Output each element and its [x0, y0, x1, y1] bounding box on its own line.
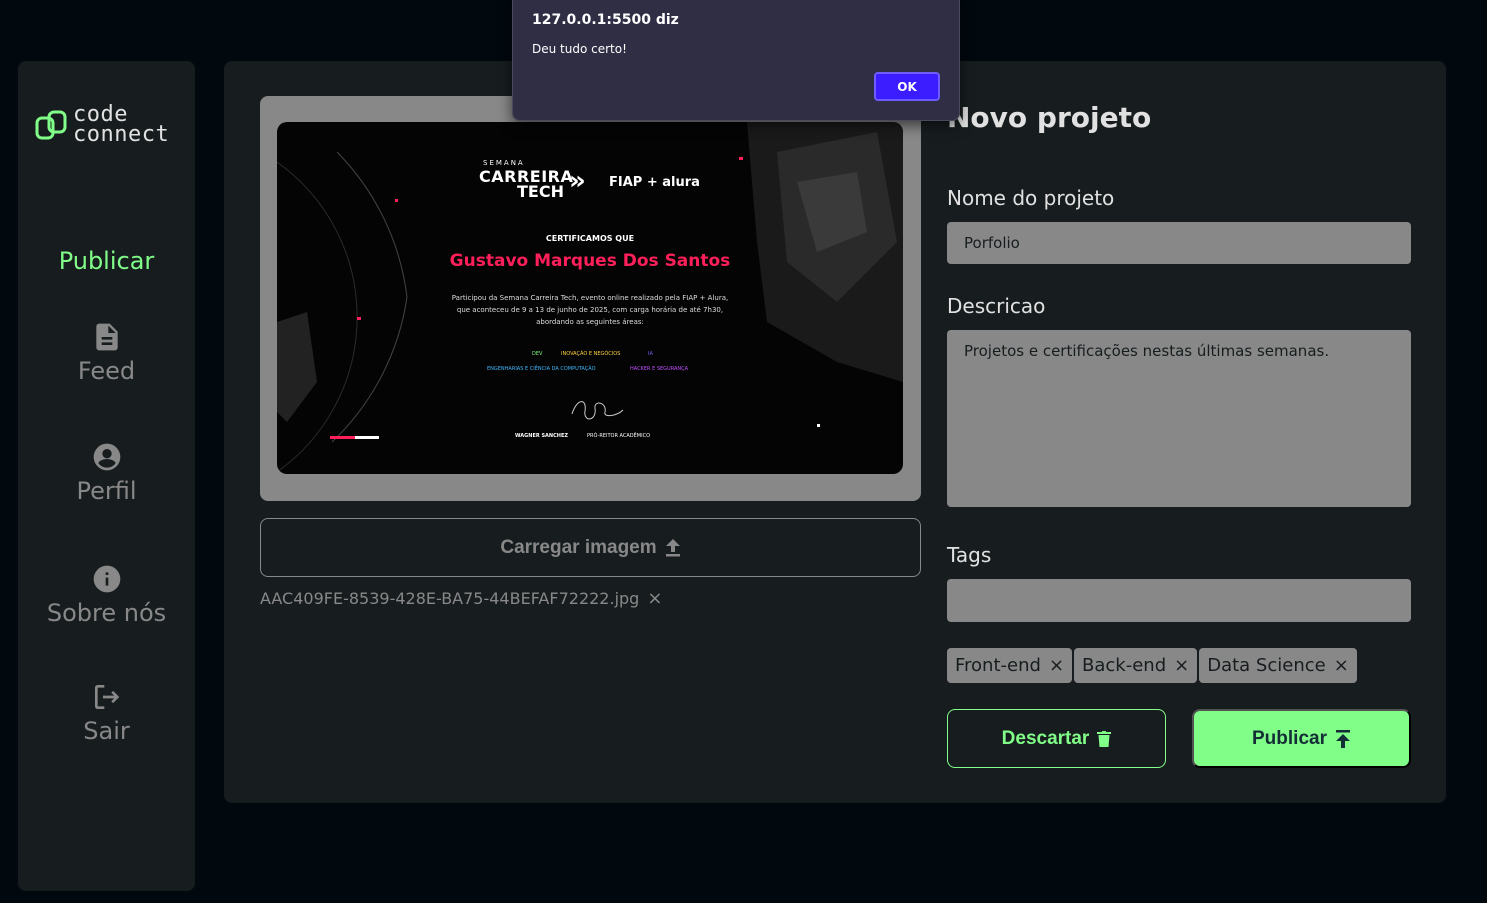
sidebar-item-sair[interactable]: Sair: [18, 681, 195, 745]
cert-recipient-name: Gustavo Marques Dos Santos: [449, 251, 731, 271]
cert-body-line-1: Participou da Semana Carreira Tech, even…: [451, 294, 729, 302]
tags-input[interactable]: [947, 579, 1411, 622]
code-connect-logo[interactable]: code connect: [35, 104, 170, 147]
discard-label: Descartar: [1001, 727, 1090, 749]
publish-button[interactable]: Publicar: [1192, 709, 1411, 768]
info-icon: [93, 565, 120, 593]
alert-message: Deu tudo certo!: [532, 42, 627, 56]
remove-tag-button[interactable]: ×: [1334, 655, 1349, 676]
sidebar-item-perfil[interactable]: Perfil: [18, 441, 195, 505]
tag-label: Back-end: [1082, 655, 1167, 676]
tag-list: Front-end × Back-end × Data Science ×: [947, 648, 1357, 683]
cert-signer-name: WAGNER SANCHEZ: [515, 433, 569, 439]
logo-wordmark: code connect: [73, 104, 170, 147]
tags-label: Tags: [947, 543, 992, 567]
upload-icon: [665, 538, 680, 556]
sidebar-item-sobre-nos[interactable]: Sobre nós: [18, 563, 195, 627]
alert-title: 127.0.0.1:5500 diz: [532, 12, 679, 28]
image-preview-frame: SEMANA CARREIRA TECH » FIAP + alura CERT…: [260, 96, 921, 501]
logout-icon: [94, 685, 119, 709]
cert-event-line2: TECH: [517, 182, 564, 201]
signature-image: [571, 401, 624, 420]
remove-tag-button[interactable]: ×: [1174, 655, 1189, 676]
sidebar-item-label: Sair: [83, 717, 130, 745]
publish-label: Publicar: [1252, 727, 1327, 749]
cert-event-top: SEMANA: [483, 159, 525, 167]
remove-file-button[interactable]: ×: [647, 588, 662, 609]
logo-line-2: connect: [73, 122, 170, 147]
cert-certify-label: CERTIFICAMOS QUE: [545, 234, 635, 243]
certificate-image: SEMANA CARREIRA TECH » FIAP + alura CERT…: [277, 122, 903, 474]
account-icon: [93, 443, 120, 471]
tag-chip: Front-end ×: [947, 648, 1073, 683]
cert-body-line-2: que aconteceu de 9 a 13 de junho de 2025…: [456, 306, 724, 314]
document-icon: [95, 323, 118, 351]
sidebar-item-label: Sobre nós: [46, 599, 167, 627]
upload-image-button[interactable]: Carregar imagem: [260, 518, 921, 577]
sidebar-item-label: Perfil: [76, 477, 137, 505]
sidebar-item-publicar[interactable]: Publicar: [18, 247, 195, 275]
alert-dialog: 127.0.0.1:5500 diz Deu tudo certo! OK: [512, 0, 960, 121]
cert-chevron-icon: »: [569, 166, 586, 196]
cert-partners: FIAP + alura: [609, 175, 700, 190]
description-label: Descricao: [947, 294, 1046, 318]
sidebar-item-label: Feed: [77, 357, 136, 385]
tag-label: Front-end: [955, 655, 1041, 676]
cert-area-ia: IA: [648, 351, 653, 357]
publish-icon: [1335, 729, 1350, 748]
remove-tag-button[interactable]: ×: [1049, 655, 1064, 676]
tag-chip: Data Science ×: [1199, 648, 1357, 683]
cert-area-hacker: HACKER E SEGURANÇA: [630, 366, 689, 372]
page-title: Novo projeto: [947, 101, 1152, 134]
sidebar-item-label: Publicar: [58, 247, 155, 275]
trash-icon: [1097, 730, 1112, 747]
sidebar-item-feed[interactable]: Feed: [18, 321, 195, 385]
tag-label: Data Science: [1207, 655, 1326, 676]
cert-body-line-3: abordando as seguintes áreas:: [536, 318, 644, 326]
upload-image-label: Carregar imagem: [500, 536, 657, 558]
main-panel: SEMANA CARREIRA TECH » FIAP + alura CERT…: [224, 61, 1446, 803]
sidebar: code connect Publicar Feed Perfil Sobre …: [18, 61, 195, 891]
cert-area-dev: DEV: [532, 351, 543, 357]
tag-chip: Back-end ×: [1074, 648, 1198, 683]
project-name-input[interactable]: Porfolio: [947, 222, 1411, 264]
project-name-label: Nome do projeto: [947, 186, 1115, 210]
description-textarea[interactable]: Projetos e certificações nestas últimas …: [947, 330, 1411, 507]
selected-file: AAC409FE-8539-428E-BA75-44BEFAF72222.jpg…: [260, 588, 662, 609]
logo-icon: [35, 109, 67, 141]
file-name: AAC409FE-8539-428E-BA75-44BEFAF72222.jpg: [260, 589, 640, 608]
cert-signer-role: PRÓ-REITOR ACADÊMICO: [587, 433, 650, 439]
cert-area-engenharias: ENGENHARIAS E CIÊNCIA DA COMPUTAÇÃO: [487, 366, 596, 372]
cert-area-inovacao: INOVAÇÃO E NEGÓCIOS: [561, 351, 621, 357]
discard-button[interactable]: Descartar: [947, 709, 1166, 768]
alert-ok-button[interactable]: OK: [874, 72, 940, 101]
